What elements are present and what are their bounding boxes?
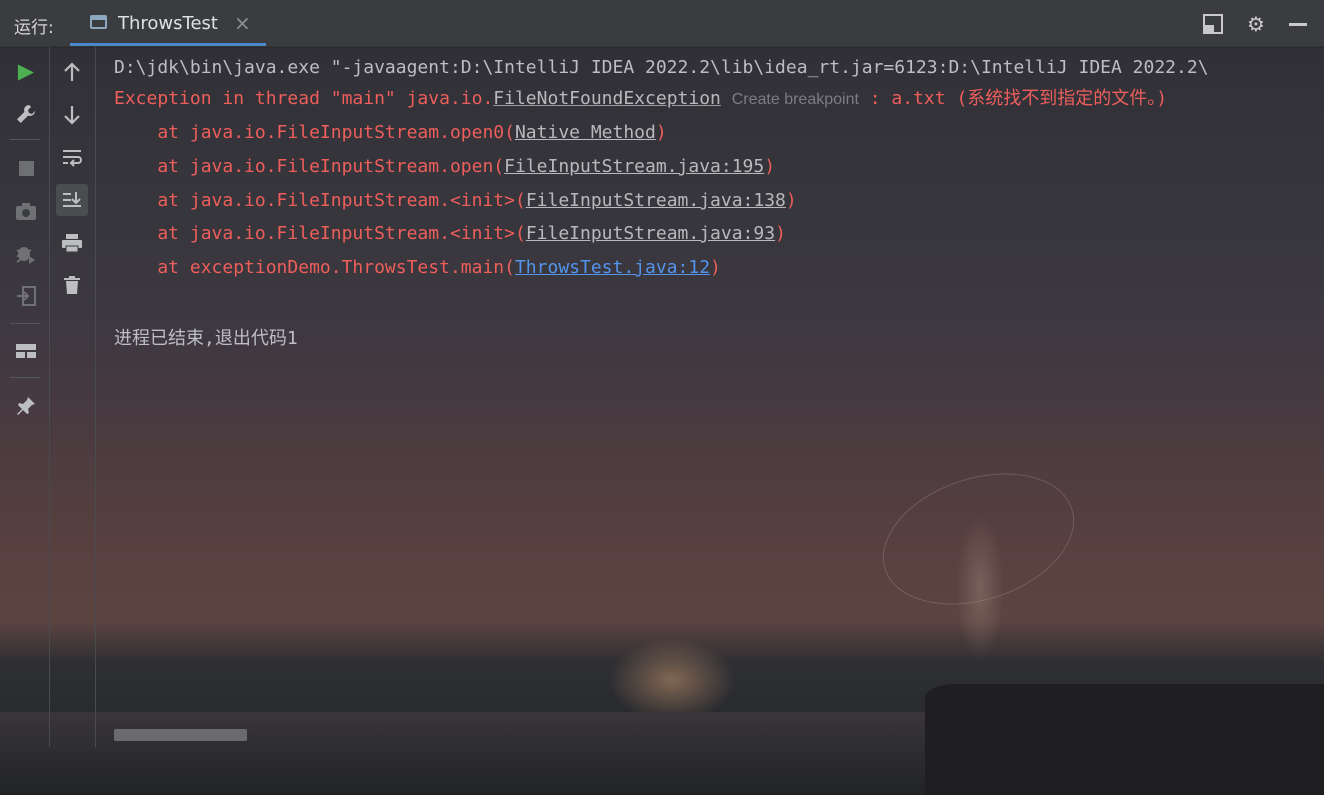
soft-wrap-icon[interactable] [56,142,88,174]
exception-message: : a.txt (系统找不到指定的文件。) [858,88,1168,109]
horizontal-scrollbar[interactable] [114,729,247,741]
stack-trace-line: at java.io.FileInputStream.<init>(FileIn… [114,222,786,246]
run-label: 运行: [14,18,54,38]
source-link[interactable]: ThrowsTest.java:12 [515,257,710,278]
minimize-icon[interactable] [1288,14,1308,34]
scroll-to-end-icon[interactable] [56,184,88,216]
create-breakpoint-hint[interactable]: Create breakpoint [732,91,859,108]
close-icon[interactable]: × [234,11,251,35]
console-icon [90,15,107,29]
exception-prefix: Exception in thread "main" java.io. [114,88,494,109]
down-arrow-icon[interactable] [56,99,88,131]
camera-icon[interactable] [10,195,42,227]
stack-prefix: at java.io.FileInputStream.<init>( [114,190,526,211]
figure-decoration [935,478,1025,688]
stack-prefix: at java.io.FileInputStream.open0( [114,122,515,143]
exception-line: Exception in thread "main" java.io.FileN… [114,87,1167,111]
stack-link[interactable]: FileInputStream.java:195 [504,156,764,177]
stack-suffix: ) [785,190,797,211]
pin-icon[interactable] [10,390,42,422]
up-arrow-icon[interactable] [56,56,88,88]
stack-suffix: ) [764,156,776,177]
debug-icon[interactable] [10,237,42,269]
stack-trace-line: at java.io.FileInputStream.open0(Native … [114,121,667,145]
process-exit-message: 进程已结束,退出代码1 [114,328,298,349]
stack-suffix: ) [775,223,786,244]
tab-throwstest[interactable]: ThrowsTest × [70,0,266,46]
stack-link[interactable]: FileInputStream.java:93 [526,223,775,244]
run-icon[interactable]: ▶ [10,55,42,87]
stack-link[interactable]: FileInputStream.java:138 [526,190,786,211]
trash-icon[interactable] [56,269,88,301]
console-toolbar [50,47,96,747]
login-icon[interactable] [10,280,42,312]
run-toolbar: ▶ [0,47,50,747]
stack-suffix: ) [710,257,721,278]
layout-icon[interactable] [10,335,42,367]
wrench-icon[interactable] [10,98,42,130]
stack-trace-line: at java.io.FileInputStream.<init>(FileIn… [114,189,797,213]
stack-suffix: ) [655,122,667,143]
exception-class-link[interactable]: FileNotFoundException [493,88,721,109]
tab-title: ThrowsTest [118,13,218,34]
print-icon[interactable] [56,227,88,259]
stack-prefix: at exceptionDemo.ThrowsTest.main( [114,257,515,278]
cliff-decoration [925,684,1324,795]
stack-trace-line: at java.io.FileInputStream.open(FileInpu… [114,155,775,179]
gear-icon[interactable]: ⚙ [1246,14,1266,34]
run-tool-window-header: 运行: ThrowsTest × ⚙ [0,0,1324,47]
stack-prefix: at java.io.FileInputStream.<init>( [114,223,526,244]
stack-prefix: at java.io.FileInputStream.open( [114,156,505,177]
stop-icon[interactable] [10,152,42,184]
console-output[interactable]: D:\jdk\bin\java.exe "-javaagent:D:\Intel… [114,56,1324,356]
stack-link[interactable]: Native Method [515,122,656,143]
command-line: D:\jdk\bin\java.exe "-javaagent:D:\Intel… [114,57,1209,78]
stack-trace-line: at exceptionDemo.ThrowsTest.main(ThrowsT… [114,256,721,280]
layout-icon[interactable] [1203,14,1223,34]
